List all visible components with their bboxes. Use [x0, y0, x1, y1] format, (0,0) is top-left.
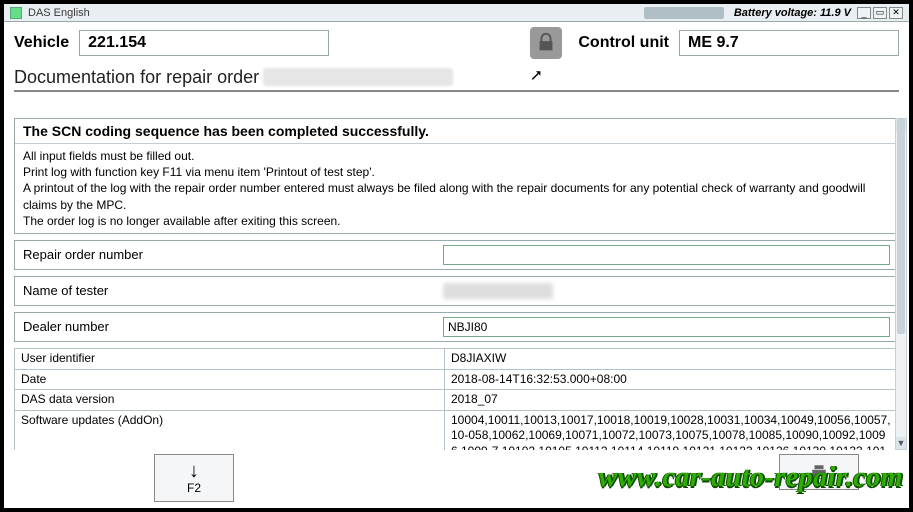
control-unit-label: Control unit	[578, 34, 669, 52]
page-title: Documentation for repair order	[14, 64, 899, 92]
context-strip: Vehicle 221.154 Control unit ME 9.7	[4, 22, 909, 64]
user-id-label: User identifier	[15, 348, 445, 369]
tester-name-row: Name of tester	[14, 276, 899, 306]
dealer-number-label: Dealer number	[23, 319, 443, 334]
printer-icon	[808, 463, 830, 481]
status-line: The order log is no longer available aft…	[23, 213, 890, 229]
info-table: User identifier D8JIAXIW Date 2018-08-14…	[14, 348, 899, 450]
minimize-button[interactable]: _	[857, 7, 871, 19]
date-value: 2018-08-14T16:32:53.000+08:00	[445, 369, 899, 390]
tester-name-label: Name of tester	[23, 283, 443, 298]
scroll-thumb[interactable]	[897, 119, 905, 334]
page-title-text: Documentation for repair order	[14, 67, 259, 88]
control-unit-value: ME 9.7	[679, 30, 899, 56]
das-version-label: DAS data version	[15, 390, 445, 411]
status-heading: The SCN coding sequence has been complet…	[15, 119, 898, 144]
table-row: Date 2018-08-14T16:32:53.000+08:00	[15, 369, 899, 390]
lock-icon	[530, 27, 562, 59]
das-version-value: 2018_07	[445, 390, 899, 411]
repair-order-label: Repair order number	[23, 247, 443, 262]
vehicle-label: Vehicle	[14, 34, 69, 52]
addon-value: 10004,10011,10013,10017,10018,10019,1002…	[445, 410, 899, 450]
battery-voltage-label: Battery voltage: 11.9 V	[734, 7, 851, 19]
addon-label: Software updates (AddOn)	[15, 410, 445, 450]
date-label: Date	[15, 369, 445, 390]
table-row: User identifier D8JIAXIW	[15, 348, 899, 369]
print-button[interactable]	[779, 454, 859, 490]
app-icon	[10, 7, 22, 19]
redacted-order-number	[263, 68, 453, 86]
button-bar: ↓ F2	[4, 452, 909, 508]
vehicle-value: 221.154	[79, 30, 329, 56]
scrollbar[interactable]: ▲ ▼	[895, 118, 907, 450]
arrow-down-icon: ↓	[189, 461, 199, 481]
scroll-down-icon[interactable]: ▼	[896, 437, 906, 449]
table-row: Software updates (AddOn) 10004,10011,100…	[15, 410, 899, 450]
repair-order-input[interactable]	[443, 245, 890, 265]
user-id-value: D8JIAXIW	[445, 348, 899, 369]
table-row: DAS data version 2018_07	[15, 390, 899, 411]
window-titlebar: DAS English Battery voltage: 11.9 V _ ▭ …	[4, 4, 909, 22]
dealer-number-input[interactable]	[443, 317, 890, 337]
maximize-button[interactable]: ▭	[873, 7, 887, 19]
header-image	[644, 7, 724, 19]
status-body: All input fields must be filled out. Pri…	[15, 144, 898, 233]
status-line: Print log with function key F11 via menu…	[23, 164, 890, 180]
close-button[interactable]: ✕	[889, 7, 903, 19]
dealer-number-row: Dealer number	[14, 312, 899, 342]
f2-button[interactable]: ↓ F2	[154, 454, 234, 502]
tester-name-value-redacted	[443, 283, 553, 299]
status-line: All input fields must be filled out.	[23, 148, 890, 164]
f2-label: F2	[187, 481, 201, 495]
status-line: A printout of the log with the repair or…	[23, 180, 890, 212]
app-title: DAS English	[28, 7, 90, 19]
status-box: The SCN coding sequence has been complet…	[14, 118, 899, 234]
repair-order-row: Repair order number	[14, 240, 899, 270]
